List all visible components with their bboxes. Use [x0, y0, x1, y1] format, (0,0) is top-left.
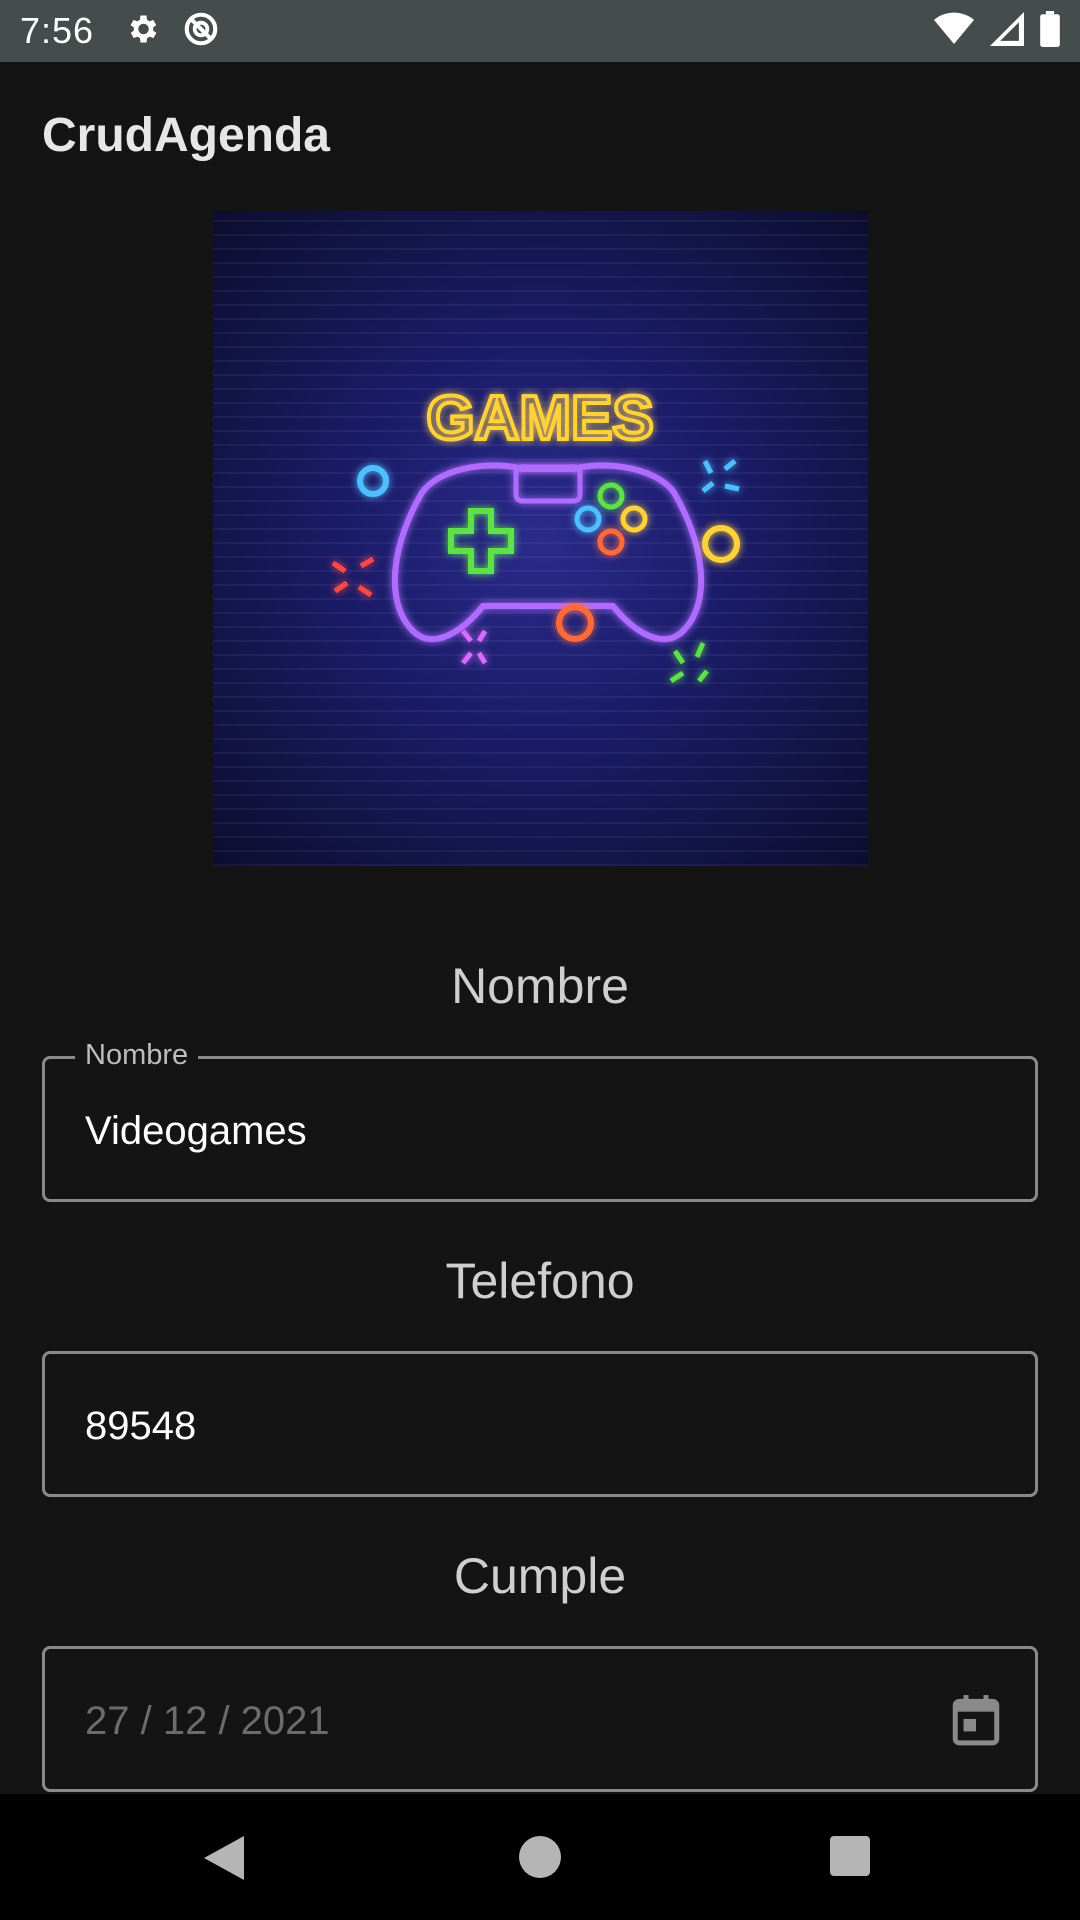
- telefono-section-label: Telefono: [445, 1253, 635, 1309]
- battery-icon: [1040, 10, 1060, 52]
- recents-icon[interactable]: [830, 1836, 870, 1881]
- game-controller-neon-image: GAMES: [213, 211, 868, 866]
- home-icon[interactable]: [519, 1836, 561, 1883]
- nombre-value: Videogames: [85, 1109, 307, 1153]
- nombre-floating-label: Nombre: [75, 1039, 199, 1072]
- status-bar: 7:56: [0, 0, 1080, 62]
- controller-outline: [391, 462, 705, 643]
- games-neon-text: GAMES: [426, 384, 653, 453]
- navigation-bar: [0, 1794, 1080, 1920]
- wifi-icon: [934, 12, 974, 51]
- dpad: [448, 508, 514, 574]
- gear-icon: [124, 11, 160, 52]
- cell-signal-icon: [990, 11, 1024, 51]
- no-data-saver-icon: [182, 10, 220, 53]
- telefono-field[interactable]: 89548: [42, 1351, 1038, 1497]
- neon-artwork: GAMES: [331, 382, 740, 684]
- calendar-icon[interactable]: [951, 1693, 1001, 1752]
- cumple-placeholder: 27 / 12 / 2021: [85, 1699, 330, 1743]
- status-right-icons: [934, 10, 1060, 52]
- telefono-value: 89548: [85, 1404, 197, 1448]
- nombre-section-label: Nombre: [451, 958, 629, 1014]
- status-time: 7:56: [20, 10, 95, 51]
- back-icon[interactable]: [204, 1836, 244, 1885]
- cumple-section-label: Cumple: [453, 1548, 627, 1604]
- status-left-icons: [124, 10, 220, 53]
- cumple-date-field[interactable]: 27 / 12 / 2021: [42, 1646, 1038, 1792]
- app-title: CrudAgenda: [42, 109, 330, 162]
- nombre-field[interactable]: Nombre Videogames: [42, 1039, 1038, 1202]
